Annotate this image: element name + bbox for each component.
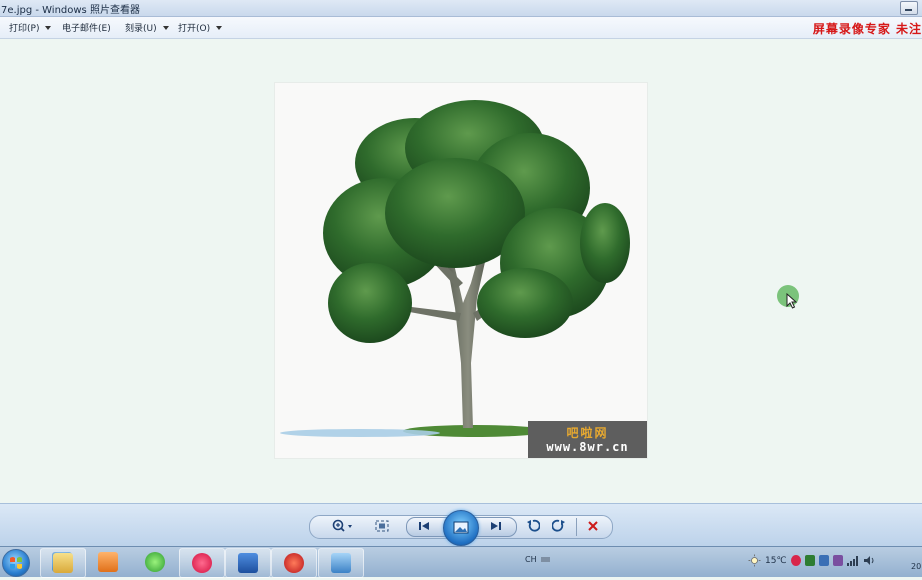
- sun-icon[interactable]: [748, 554, 761, 567]
- menu-open[interactable]: 打开(O): [178, 21, 223, 34]
- minimize-button[interactable]: [900, 1, 918, 15]
- mouse-cursor-icon: [786, 293, 798, 309]
- displayed-photo: [275, 83, 647, 458]
- previous-icon: [419, 522, 429, 530]
- actual-size-icon: [375, 520, 389, 532]
- site-logo-watermark: 吧啦网 www.8wr.cn: [528, 421, 647, 458]
- logo-chinese-text: 吧啦网: [566, 426, 609, 440]
- recorder-watermark: 屏幕录像专家 未注: [812, 22, 922, 36]
- menu-open-label: 打开(O): [178, 24, 211, 34]
- tray-security-icon[interactable]: [804, 555, 815, 566]
- zoom-button[interactable]: [330, 518, 356, 534]
- viewer-control-bar: [0, 503, 922, 547]
- volume-icon[interactable]: [863, 555, 875, 566]
- language-indicator[interactable]: CH: [525, 555, 550, 564]
- menu-email-label: 电子邮件(E): [62, 24, 111, 34]
- rotate-right-button[interactable]: [551, 518, 567, 534]
- control-divider: [576, 518, 577, 536]
- slideshow-button[interactable]: [443, 510, 479, 546]
- taskbar-word[interactable]: [225, 548, 271, 578]
- taskbar-video[interactable]: [179, 548, 225, 578]
- system-tray: 15℃: [748, 554, 875, 567]
- menu-burn-label: 刻录(U): [125, 24, 157, 34]
- video-app-icon: [192, 553, 212, 573]
- tray-tool-icon[interactable]: [832, 555, 843, 566]
- taskbar-browser[interactable]: [133, 548, 177, 576]
- rotate-left-button[interactable]: [525, 518, 541, 534]
- word-icon: [238, 553, 258, 573]
- language-label: CH: [525, 555, 537, 564]
- rotate-right-icon: [552, 519, 565, 532]
- taskbar-media[interactable]: [86, 548, 130, 576]
- browser-icon: [145, 552, 165, 572]
- rotate-left-icon: [527, 519, 540, 532]
- menu-bar: 打印(P) 电子邮件(E) 刻录(U) 打开(O) 屏幕录像专家 未注: [0, 17, 922, 39]
- keyboard-icon: [540, 557, 550, 562]
- zoom-icon: [332, 519, 352, 532]
- logo-url-text: www.8wr.cn: [546, 440, 629, 454]
- app-icon: [284, 553, 304, 573]
- folder-icon: [53, 553, 73, 573]
- actual-size-button[interactable]: [374, 519, 390, 533]
- next-button[interactable]: [486, 519, 506, 533]
- delete-button[interactable]: [585, 518, 601, 534]
- menu-email[interactable]: 电子邮件(E): [62, 21, 111, 34]
- next-icon: [491, 522, 501, 530]
- taskbar-explorer[interactable]: [40, 548, 86, 578]
- taskbar: CH 15℃ 20: [0, 546, 922, 578]
- menu-print[interactable]: 打印(P): [9, 21, 52, 34]
- clock[interactable]: 20: [911, 562, 921, 571]
- taskbar-photo-viewer[interactable]: [318, 548, 364, 578]
- tray-app-icon[interactable]: [790, 555, 801, 566]
- tree-image: [280, 100, 630, 437]
- temperature: 15℃: [765, 555, 787, 566]
- window-title: 7e.jpg - Windows 照片查看器: [1, 5, 140, 16]
- delete-icon: [588, 521, 598, 531]
- menu-print-label: 打印(P): [9, 24, 40, 34]
- photo-viewer-icon: [331, 553, 351, 573]
- chevron-down-icon: [162, 26, 169, 30]
- signal-icon[interactable]: [846, 555, 859, 566]
- menu-burn[interactable]: 刻录(U): [125, 21, 169, 34]
- chevron-down-icon: [45, 26, 52, 30]
- previous-button[interactable]: [414, 519, 434, 533]
- chevron-down-icon: [216, 26, 223, 30]
- windows-logo-icon: [10, 557, 22, 569]
- tray-network-app-icon[interactable]: [818, 555, 829, 566]
- start-button[interactable]: [2, 549, 30, 577]
- title-bar: 7e.jpg - Windows 照片查看器: [0, 0, 922, 17]
- media-player-icon: [98, 552, 118, 572]
- slideshow-icon: [453, 521, 469, 534]
- taskbar-app[interactable]: [271, 548, 317, 578]
